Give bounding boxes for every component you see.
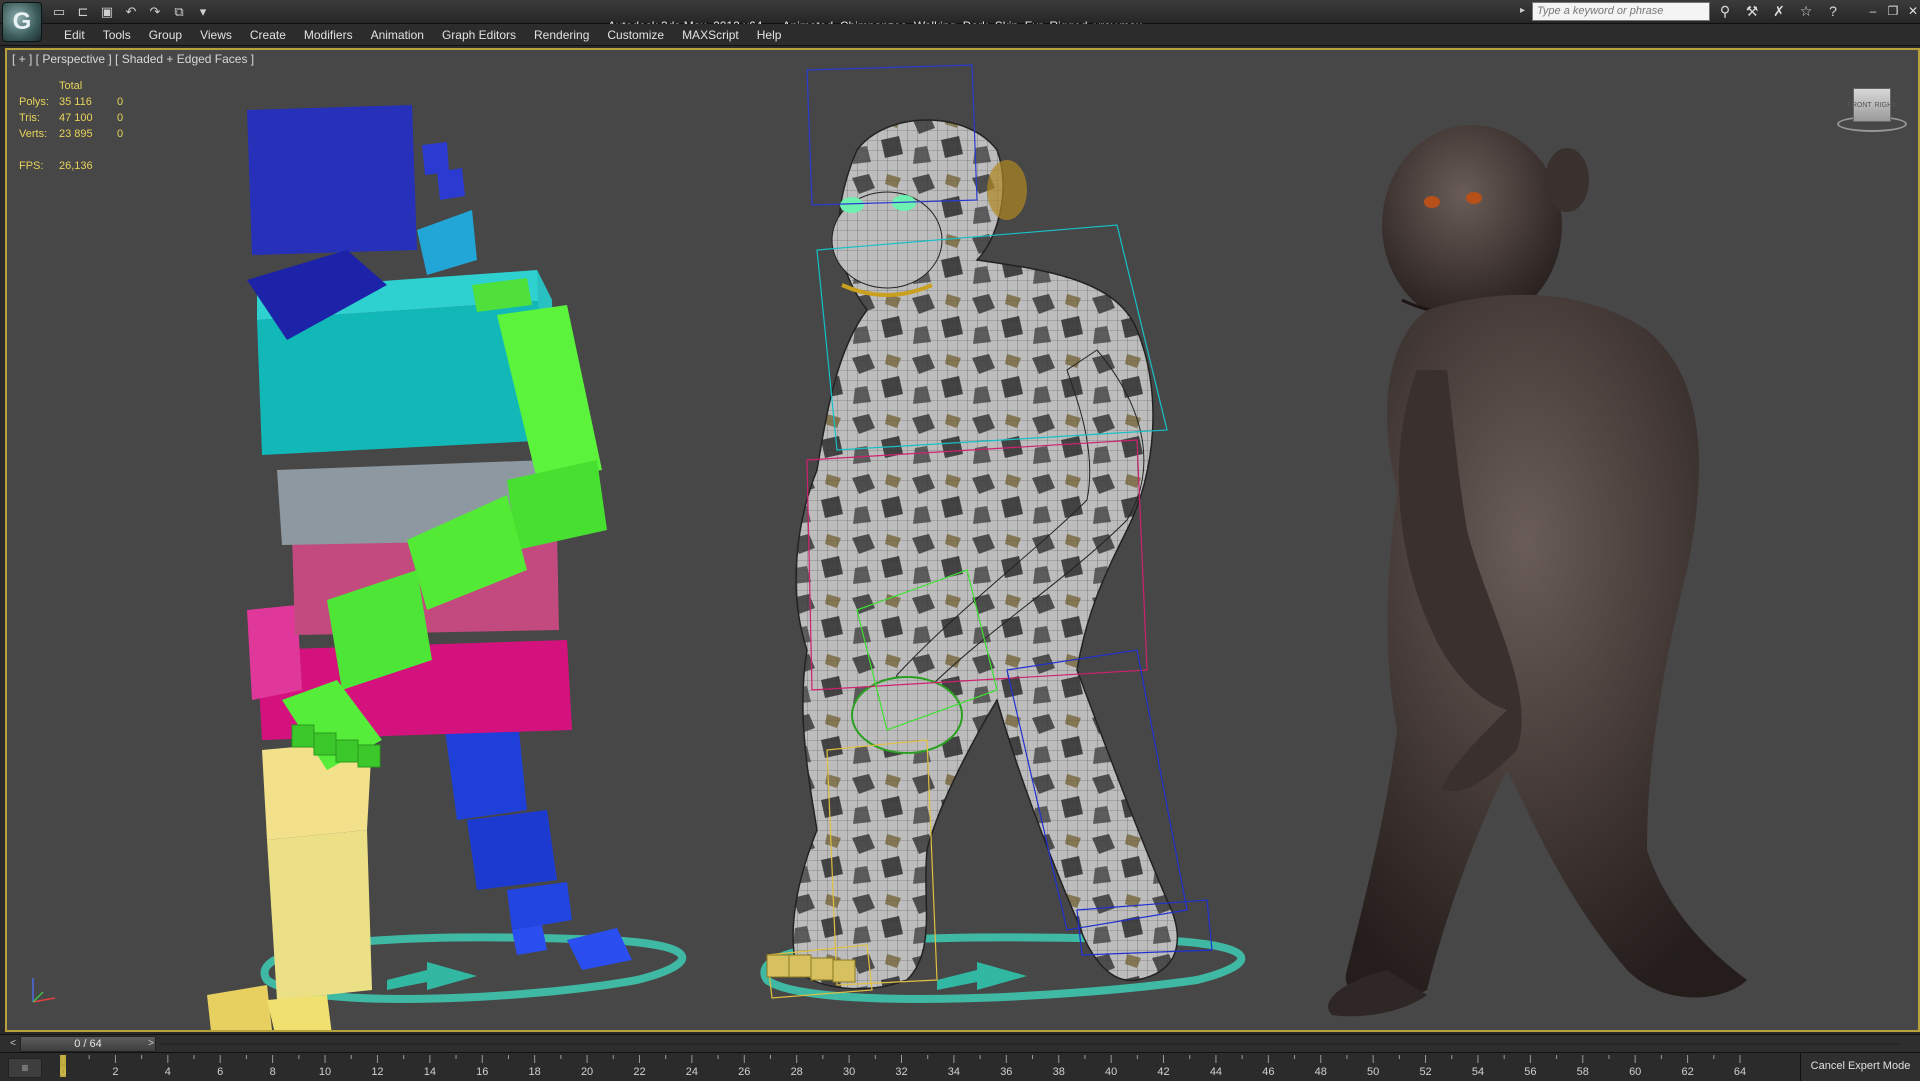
customize-dropdown-icon[interactable]: ▾ [194, 3, 212, 21]
communication-icon[interactable]: ✗ [1770, 2, 1788, 20]
infocenter-toolbar: ⚲ ⚒ ✗ ☆ ? [1716, 2, 1842, 20]
menu-rendering[interactable]: Rendering [525, 27, 598, 43]
stats-row-polys: Polys: 35 116 0 [19, 96, 124, 108]
ruler-tick-label: 8 [270, 1066, 276, 1078]
stats-header: Total [59, 80, 83, 92]
window-controls: – ❐ ✕ [1866, 3, 1920, 19]
time-slider[interactable]: < 0 / 64 > [0, 1034, 1920, 1052]
minimize-icon[interactable]: – [1866, 3, 1880, 19]
time-slider-thumb[interactable]: 0 / 64 [20, 1036, 156, 1052]
menu-maxscript[interactable]: MAXScript [673, 27, 748, 43]
ruler-tick-label: 24 [686, 1066, 698, 1078]
title-bar: G ▭ ⊏ ▣ ↶ ↷ ⧉ ▾ Autodesk 3ds Max 2012 x6… [0, 0, 1920, 42]
menu-modifiers[interactable]: Modifiers [295, 27, 362, 43]
ruler-tick-label: 60 [1629, 1066, 1641, 1078]
menu-help[interactable]: Help [748, 27, 791, 43]
menu-animation[interactable]: Animation [362, 27, 433, 43]
ruler-tick-label: 52 [1419, 1066, 1431, 1078]
scene-view[interactable] [7, 50, 1920, 1032]
application-button-icon[interactable]: G [2, 2, 42, 42]
bone-rig-character[interactable] [207, 105, 686, 1032]
menu-graph-editors[interactable]: Graph Editors [433, 27, 525, 43]
new-file-icon[interactable]: ▭ [50, 3, 68, 21]
menu-tools[interactable]: Tools [94, 27, 140, 43]
undo-icon[interactable]: ↶ [122, 3, 140, 21]
open-file-icon[interactable]: ⊏ [74, 3, 92, 21]
menu-create[interactable]: Create [241, 27, 295, 43]
ruler-tick-label: 32 [895, 1066, 907, 1078]
ruler-tick-label: 2 [112, 1066, 118, 1078]
ruler-tick-label: 20 [581, 1066, 593, 1078]
ruler-tick-label: 64 [1734, 1066, 1746, 1078]
ruler-tick-label: 36 [1000, 1066, 1012, 1078]
mesh-chimpanzee-character[interactable] [760, 64, 1246, 1003]
axis-tripod-icon [32, 978, 56, 1003]
ruler-tick-label: 4 [165, 1066, 171, 1078]
ruler-tick-label: 28 [791, 1066, 803, 1078]
ruler-tick-label: 54 [1472, 1066, 1484, 1078]
ruler-tick-label: 46 [1262, 1066, 1274, 1078]
stats-row-verts: Verts: 23 895 0 [19, 128, 124, 140]
search-expand-icon[interactable]: ▸ [1520, 5, 1525, 16]
menu-group[interactable]: Group [140, 27, 191, 43]
ruler-tick-label: 50 [1367, 1066, 1379, 1078]
menu-views[interactable]: Views [191, 27, 241, 43]
ruler-tick-label: 22 [633, 1066, 645, 1078]
view-cube[interactable]: FRONT RIGHT [1837, 86, 1907, 136]
restore-icon[interactable]: ❐ [1886, 3, 1900, 19]
cancel-expert-mode-button[interactable]: Cancel Expert Mode [1800, 1053, 1920, 1081]
track-bar[interactable]: ≡ 02468101214161820222426283032343638404… [0, 1052, 1920, 1081]
favorites-star-icon[interactable]: ☆ [1797, 2, 1815, 20]
stats-header-row: Total [19, 78, 147, 94]
statistics-overlay: Total Polys: 35 116 0 Tris: 47 100 0 Ver… [19, 78, 147, 174]
stats-row-fps: FPS: 26,136 [19, 160, 93, 172]
search-input[interactable]: Type a keyword or phrase [1532, 2, 1710, 21]
ruler-tick-label: 58 [1577, 1066, 1589, 1078]
time-slider-next-button[interactable]: > [144, 1037, 158, 1051]
time-slider-prev-button[interactable]: < [6, 1037, 20, 1051]
ruler-tick-label: 26 [738, 1066, 750, 1078]
project-folder-icon[interactable]: ⧉ [170, 3, 188, 21]
help-icon[interactable]: ? [1824, 2, 1842, 20]
menu-customize[interactable]: Customize [598, 27, 673, 43]
ruler-tick-label: 12 [371, 1066, 383, 1078]
save-icon[interactable]: ▣ [98, 3, 116, 21]
perspective-viewport[interactable]: [ + ] [ Perspective ] [ Shaded + Edged F… [5, 48, 1920, 1032]
ruler-tick-label: 40 [1105, 1066, 1117, 1078]
binoculars-icon[interactable]: ⚲ [1716, 2, 1734, 20]
menu-bar: Edit Tools Group Views Create Modifiers … [0, 24, 1920, 46]
ruler-tick-label: 30 [843, 1066, 855, 1078]
viewport-label[interactable]: [ + ] [ Perspective ] [ Shaded + Edged F… [12, 52, 254, 66]
ruler-tick-label: 42 [1157, 1066, 1169, 1078]
view-cube-face[interactable]: FRONT RIGHT [1848, 88, 1896, 122]
ruler-tick-label: 34 [948, 1066, 960, 1078]
ruler-tick-label: 62 [1681, 1066, 1693, 1078]
ruler-tick-label: 14 [424, 1066, 436, 1078]
close-icon[interactable]: ✕ [1906, 3, 1920, 19]
rendered-chimpanzee-character[interactable] [1328, 125, 1747, 1017]
menu-edit[interactable]: Edit [55, 27, 94, 43]
ruler-tick-label: 44 [1210, 1066, 1222, 1078]
ruler-tick-label: 18 [529, 1066, 541, 1078]
subscription-icon[interactable]: ⚒ [1743, 2, 1761, 20]
time-slider-track[interactable] [160, 1043, 1900, 1045]
ruler-tick-label: 10 [319, 1066, 331, 1078]
quick-access-toolbar: ▭ ⊏ ▣ ↶ ↷ ⧉ ▾ [50, 3, 212, 21]
stats-row-tris: Tris: 47 100 0 [19, 112, 124, 124]
current-frame-marker[interactable] [60, 1055, 66, 1077]
ruler-tick-label: 16 [476, 1066, 488, 1078]
redo-icon[interactable]: ↷ [146, 3, 164, 21]
ruler-tick-label: 56 [1524, 1066, 1536, 1078]
frame-ruler[interactable]: 0246810121416182022242628303234363840424… [0, 1053, 1920, 1081]
ruler-tick-label: 6 [217, 1066, 223, 1078]
ruler-tick-label: 38 [1053, 1066, 1065, 1078]
ruler-tick-label: 48 [1315, 1066, 1327, 1078]
